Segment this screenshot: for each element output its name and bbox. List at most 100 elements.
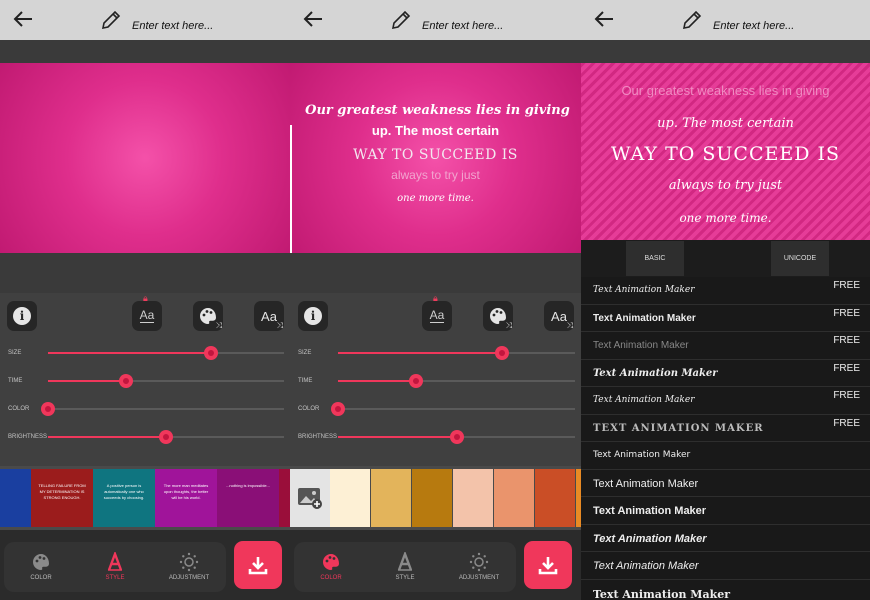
slider-thumb[interactable] bbox=[449, 430, 464, 444]
font-option-label: Text Animation Maker bbox=[593, 477, 699, 490]
nav-style[interactable]: STYLE bbox=[78, 542, 152, 592]
palette-shuffle-button[interactable]: ⤨ bbox=[483, 301, 513, 331]
nav-adjustment[interactable]: ADJUSTMENT bbox=[442, 542, 516, 592]
download-button[interactable] bbox=[524, 541, 572, 589]
top-bar: Enter text here... bbox=[581, 0, 870, 40]
text-style-button[interactable]: Aa 🔒︎ bbox=[132, 293, 162, 331]
lock-icon: 🔒︎ bbox=[143, 293, 148, 303]
style-thumbnail[interactable]: The more man meditates upon thoughts, th… bbox=[155, 469, 217, 527]
nav-style[interactable]: STYLE bbox=[368, 542, 442, 592]
color-swatch[interactable] bbox=[412, 469, 452, 527]
font-option[interactable]: Text Animation Maker bbox=[581, 497, 870, 525]
preview-canvas[interactable]: Our greatest weakness lies in giving up.… bbox=[290, 63, 581, 253]
info-icon: i bbox=[13, 307, 31, 325]
text-input[interactable]: Enter text here... bbox=[713, 20, 794, 32]
font-option[interactable]: Text Animation Maker FREE bbox=[581, 305, 870, 332]
font-option-label: Text Animation Maker bbox=[593, 395, 695, 405]
font-shuffle-button[interactable]: Aa ⤨ bbox=[254, 301, 284, 331]
preview-canvas[interactable] bbox=[0, 63, 290, 253]
font-shuffle-button[interactable]: Aa ⤨ bbox=[544, 301, 574, 331]
time-slider[interactable] bbox=[338, 374, 575, 388]
font-option[interactable]: Text Animation Maker FREE bbox=[581, 277, 870, 305]
color-swatch[interactable] bbox=[535, 469, 575, 527]
style-thumbnail[interactable]: TELLING FAILURE FROM MY DETERMINATION IS… bbox=[31, 469, 93, 527]
free-badge: FREE bbox=[833, 362, 860, 374]
slider-thumb[interactable] bbox=[118, 374, 133, 388]
size-label: SIZE bbox=[8, 350, 22, 356]
slider-thumb[interactable] bbox=[203, 346, 218, 360]
quote-line-4: always to try just bbox=[391, 168, 480, 182]
size-slider[interactable] bbox=[338, 346, 575, 360]
color-slider[interactable] bbox=[41, 402, 284, 416]
back-arrow-icon[interactable] bbox=[593, 8, 615, 30]
font-option[interactable]: Text Animation Maker bbox=[581, 525, 870, 552]
text-style-button[interactable]: Aa 🔒︎ bbox=[422, 293, 452, 331]
font-option[interactable]: Text Animation Maker bbox=[581, 580, 870, 600]
slider-thumb[interactable] bbox=[159, 430, 173, 444]
spacer bbox=[0, 40, 290, 63]
slider-fill bbox=[338, 436, 457, 438]
palette-shuffle-button[interactable]: ⤨ bbox=[193, 301, 223, 331]
color-swatch[interactable] bbox=[453, 469, 493, 527]
color-slider[interactable] bbox=[331, 402, 575, 416]
download-button[interactable] bbox=[234, 541, 282, 589]
back-arrow-icon[interactable] bbox=[302, 8, 324, 30]
size-slider[interactable] bbox=[48, 346, 284, 360]
font-option[interactable]: Text Animation Maker bbox=[581, 552, 870, 580]
slider-fill bbox=[48, 436, 166, 438]
font-picker-panel: Enter text here... Our greatest weakness… bbox=[581, 0, 870, 600]
back-arrow-icon[interactable] bbox=[12, 8, 34, 30]
slider-thumb[interactable] bbox=[41, 402, 55, 416]
info-button[interactable]: i bbox=[298, 301, 328, 331]
slider-thumb[interactable] bbox=[494, 346, 509, 360]
nav-adjustment-label: ADJUSTMENT bbox=[168, 575, 210, 581]
info-icon: i bbox=[304, 307, 322, 325]
tab-unicode[interactable]: UNICODE bbox=[771, 241, 829, 276]
quote-line-1: Our greatest weakness lies in giving bbox=[621, 83, 830, 98]
time-slider[interactable] bbox=[48, 374, 284, 388]
font-option[interactable]: Text Animation Maker FREE bbox=[581, 332, 870, 360]
spacer bbox=[290, 40, 581, 63]
spacer bbox=[581, 40, 870, 63]
slider-thumb[interactable] bbox=[409, 374, 424, 388]
controls-panel: i Aa 🔒︎ ⤨ Aa ⤨ SIZE TIME COLOR BRIGHTNESS bbox=[290, 293, 581, 466]
nav-adjustment[interactable]: ADJUSTMENT bbox=[152, 542, 226, 592]
quote-line-3: WAY TO SUCCEED IS bbox=[610, 143, 841, 165]
style-thumbnail[interactable]: A positive person is automatically one w… bbox=[93, 469, 155, 527]
tab-basic[interactable]: BASIC bbox=[626, 241, 684, 276]
preview-canvas[interactable]: Our greatest weakness lies in giving up.… bbox=[581, 63, 870, 240]
font-option[interactable]: TEXT ANIMATION MAKER FREE bbox=[581, 415, 870, 442]
font-option[interactable]: Text Animation Maker FREE bbox=[581, 360, 870, 387]
download-icon bbox=[248, 557, 268, 575]
color-swatch[interactable] bbox=[371, 469, 411, 527]
style-thumbnail[interactable] bbox=[279, 469, 290, 527]
font-option-label: Text Animation Maker bbox=[593, 450, 691, 460]
quote-line-5: one more time. bbox=[679, 211, 772, 225]
font-option-label: Text Animation Maker bbox=[593, 532, 707, 545]
font-option[interactable]: Text Animation Maker bbox=[581, 442, 870, 470]
lock-icon: 🔒︎ bbox=[433, 293, 438, 303]
font-option[interactable]: Text Animation Maker FREE bbox=[581, 387, 870, 415]
color-swatch[interactable] bbox=[330, 469, 370, 527]
font-category-tabs: BASIC UNICODE bbox=[581, 240, 870, 277]
nav-color[interactable]: COLOR bbox=[4, 542, 78, 592]
nav-color[interactable]: COLOR bbox=[294, 542, 368, 592]
font-option[interactable]: Text Animation Maker bbox=[581, 470, 870, 497]
top-bar: Enter text here... bbox=[0, 0, 290, 40]
font-option-label: Text Animation Maker bbox=[593, 505, 707, 517]
info-button[interactable]: i bbox=[7, 301, 37, 331]
download-icon bbox=[538, 557, 558, 575]
quote-line-2: up. The most certain bbox=[371, 123, 500, 138]
quote-line-4: always to try just bbox=[668, 178, 783, 193]
text-input[interactable]: Enter text here... bbox=[422, 20, 503, 32]
slider-thumb[interactable] bbox=[331, 402, 345, 416]
editor-panel-color: Enter text here... Our greatest weakness… bbox=[290, 0, 581, 600]
style-thumbnail[interactable]: ...nothing is impossible... bbox=[217, 469, 279, 527]
brightness-slider[interactable] bbox=[338, 430, 575, 444]
spacer bbox=[290, 253, 581, 293]
color-swatch[interactable] bbox=[494, 469, 534, 527]
style-thumbnail[interactable] bbox=[0, 469, 31, 527]
brightness-slider[interactable] bbox=[48, 430, 284, 444]
add-background-image-button[interactable] bbox=[290, 469, 330, 527]
text-input[interactable]: Enter text here... bbox=[132, 20, 213, 32]
